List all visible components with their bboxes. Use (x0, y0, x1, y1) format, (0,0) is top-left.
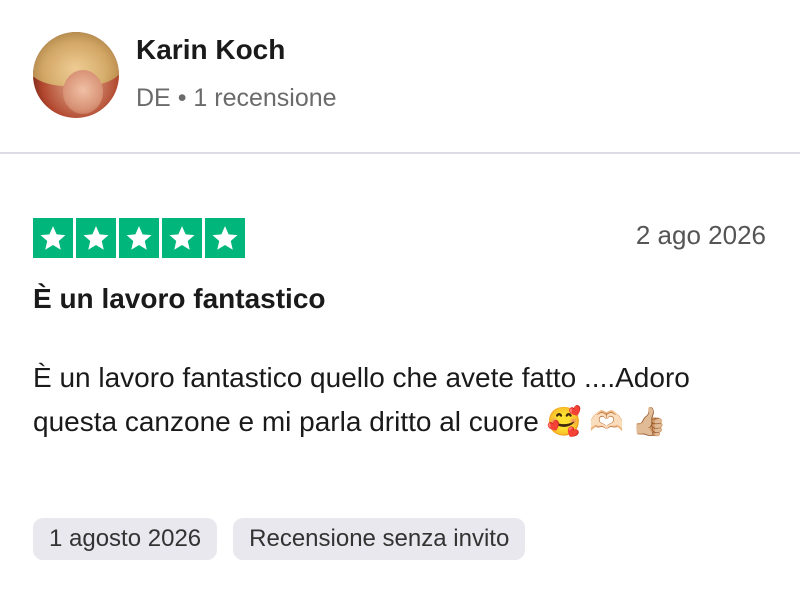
review-date: 2 ago 2026 (635, 220, 766, 250)
reviewer-name[interactable]: Karin Koch (136, 34, 285, 66)
review-title: È un lavoro fantastico (33, 283, 326, 314)
star-icon (33, 218, 73, 258)
star-icon (162, 218, 202, 258)
reviewer-country: DE (136, 84, 171, 112)
meta-separator: • (177, 84, 187, 112)
star-icon (76, 218, 116, 258)
review-body: È un lavoro fantastico quello che avete … (33, 362, 690, 437)
avatar[interactable] (33, 32, 119, 118)
star-rating (33, 218, 245, 258)
star-icon (205, 218, 245, 258)
star-icon (119, 218, 159, 258)
experience-date-tag: 1 agosto 2026 (33, 518, 218, 560)
reviewer-meta: DE • 1 recensione (136, 84, 337, 113)
review-tags: 1 agosto 2026 Recensione senza invito (33, 518, 526, 560)
invite-status-tag: Recensione senza invito (233, 518, 526, 560)
reviewer-header: Karin Koch DE • 1 recensione (0, 0, 800, 154)
reviewer-review-count: 1 recensione (193, 84, 337, 112)
